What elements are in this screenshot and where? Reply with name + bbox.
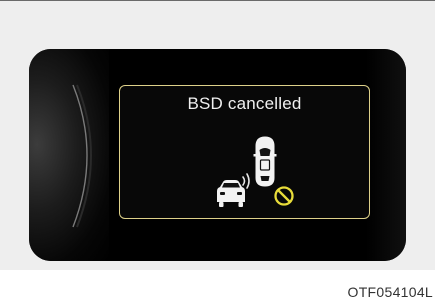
- car-front-view-icon: [217, 180, 245, 207]
- bsd-scene: [217, 136, 294, 207]
- figure-code: OTF054104L: [347, 284, 433, 300]
- car-top-view-icon: [253, 136, 277, 187]
- radar-wave-icon: [242, 173, 250, 189]
- prohibited-icon: [274, 186, 294, 206]
- figure-panel: BSD cancelled: [0, 1, 435, 270]
- bsd-status-popup: BSD cancelled: [119, 85, 370, 219]
